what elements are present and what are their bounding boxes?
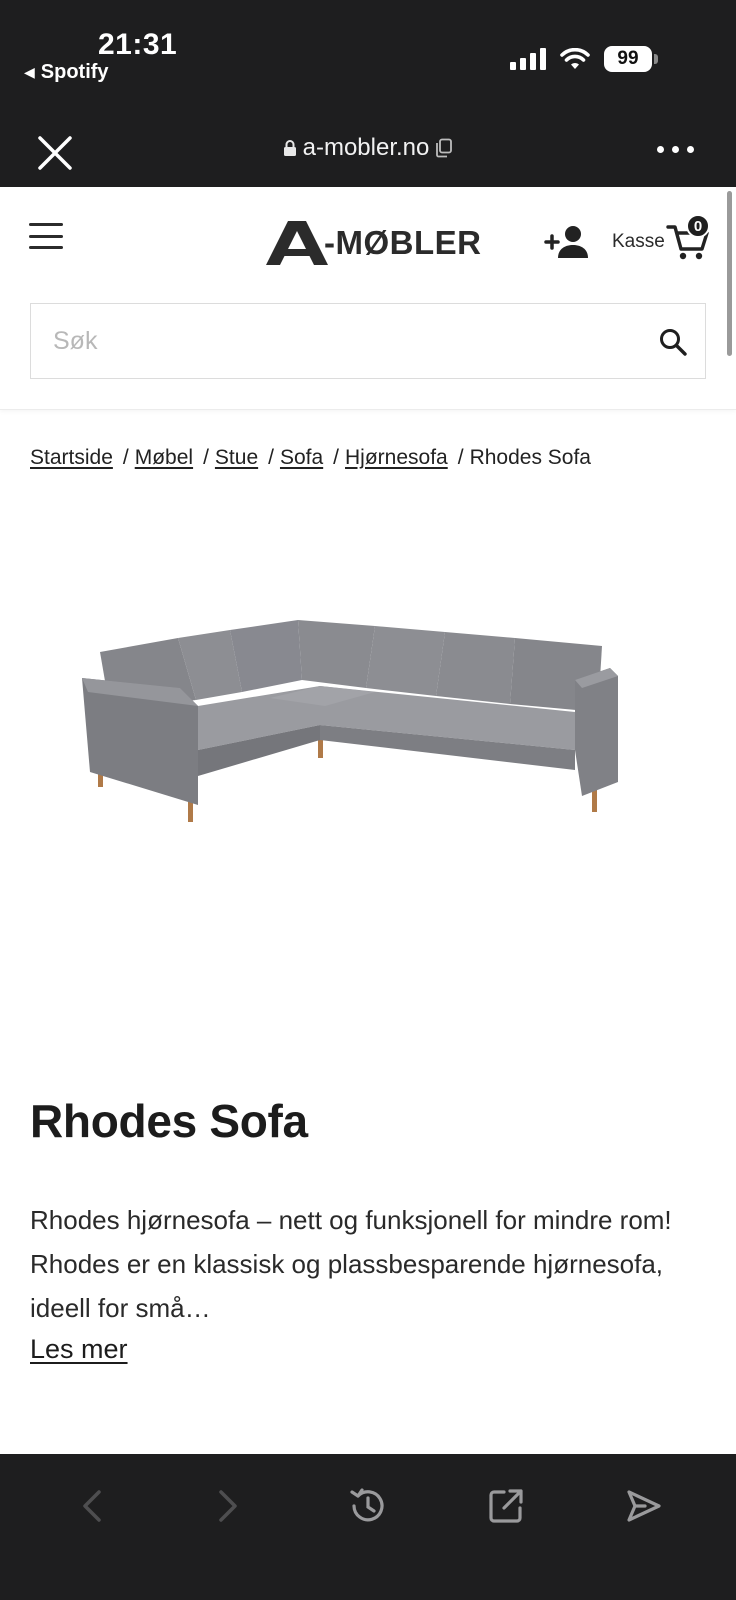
- search-icon[interactable]: [659, 328, 687, 356]
- product-image[interactable]: [70, 600, 660, 850]
- battery-icon: 99: [604, 46, 658, 72]
- back-to-app-link[interactable]: ◀ Spotify: [24, 61, 109, 84]
- logo-text: -MØBLER: [324, 224, 482, 261]
- page-scrollbar[interactable]: [727, 191, 732, 356]
- cellular-signal-icon: [510, 48, 546, 70]
- menu-icon[interactable]: [29, 223, 63, 249]
- open-external-icon: [489, 1489, 523, 1523]
- browser-top-bar: 21:31 ◀ Spotify 99 a-mobler.no: [0, 0, 736, 187]
- breadcrumb-mobel[interactable]: Møbel: [135, 446, 193, 470]
- product-title: Rhodes Sofa: [30, 1095, 308, 1147]
- open-external-button[interactable]: [484, 1484, 528, 1528]
- wifi-icon: [560, 48, 590, 69]
- more-options-icon[interactable]: [657, 146, 694, 153]
- chevron-left-icon: [83, 1490, 101, 1522]
- breadcrumb-separator: /: [122, 446, 129, 469]
- cart-count-badge: 0: [686, 214, 710, 238]
- history-button[interactable]: [346, 1484, 390, 1528]
- send-icon: [627, 1490, 661, 1522]
- site-header: -MØBLER Kasse 0: [0, 187, 736, 410]
- battery-level: 99: [604, 46, 652, 72]
- chevron-right-icon: [219, 1490, 237, 1522]
- breadcrumb-separator: /: [457, 446, 464, 469]
- breadcrumb-current: Rhodes Sofa: [469, 446, 591, 469]
- url-text: a-mobler.no: [302, 134, 430, 161]
- breadcrumb-separator: /: [203, 446, 209, 469]
- back-nav-button[interactable]: [70, 1484, 114, 1528]
- search-box: [30, 303, 706, 379]
- back-triangle-icon: ◀: [24, 64, 35, 80]
- breadcrumb-sofa[interactable]: Sofa: [280, 446, 323, 470]
- share-button[interactable]: [622, 1484, 666, 1528]
- breadcrumb-hjornesofa[interactable]: Hjørnesofa: [345, 446, 448, 470]
- add-user-icon[interactable]: [544, 225, 588, 259]
- product-description: Rhodes hjørnesofa – nett og funksjonell …: [30, 1205, 672, 1323]
- status-icons: 99: [510, 46, 658, 72]
- read-more-link[interactable]: Les mer: [30, 1334, 128, 1365]
- back-app-label: Spotify: [40, 61, 109, 83]
- site-logo[interactable]: -MØBLER: [266, 221, 481, 265]
- breadcrumb-stue[interactable]: Stue: [215, 446, 258, 470]
- forward-nav-button[interactable]: [206, 1484, 250, 1528]
- breadcrumb-startside[interactable]: Startside: [30, 446, 113, 470]
- address-bar[interactable]: a-mobler.no: [0, 134, 736, 162]
- logo-a-mark-icon: [266, 221, 328, 265]
- breadcrumb-separator: /: [268, 446, 274, 469]
- lock-icon: [283, 140, 296, 156]
- copy-icon[interactable]: [435, 138, 453, 158]
- browser-bottom-toolbar: [0, 1454, 736, 1600]
- history-icon: [350, 1488, 384, 1522]
- breadcrumb: Startside / Møbel / Stue / Sofa / Hjørne…: [30, 446, 591, 470]
- breadcrumb-separator: /: [333, 446, 340, 469]
- status-time: 21:31: [98, 28, 178, 61]
- checkout-label[interactable]: Kasse: [612, 231, 665, 253]
- search-input[interactable]: [31, 304, 631, 378]
